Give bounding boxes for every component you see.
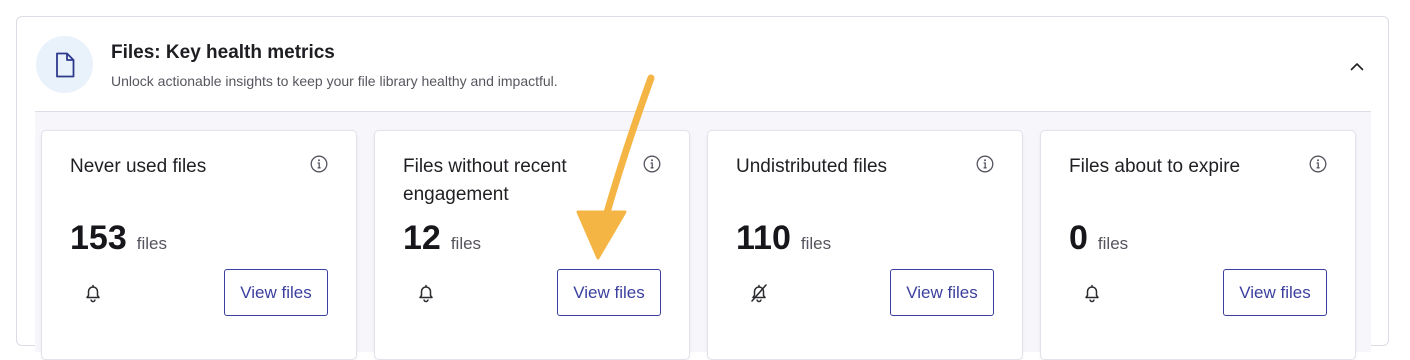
metric-card-no-recent-engagement: Files without recent engagement 12 files…	[374, 130, 690, 360]
panel-subtitle: Unlock actionable insights to keep your …	[111, 73, 558, 89]
panel-header: Files: Key health metrics Unlock actiona…	[17, 17, 1388, 112]
metric-value: 12	[403, 219, 441, 257]
bell-off-icon[interactable]	[748, 282, 770, 304]
metric-card-undistributed: Undistributed files 110 files View files	[707, 130, 1023, 360]
metric-card-never-used: Never used files 153 files View files	[41, 130, 357, 360]
card-title: Never used files	[70, 156, 207, 177]
info-icon[interactable]	[310, 155, 328, 173]
view-files-button[interactable]: View files	[890, 269, 994, 316]
card-title: Undistributed files	[736, 156, 888, 177]
bell-icon[interactable]	[1081, 282, 1103, 304]
chevron-up-icon	[1350, 62, 1364, 70]
metric: 12 files	[403, 219, 481, 258]
metric-unit: files	[1097, 234, 1129, 253]
metric-value: 0	[1069, 219, 1088, 257]
view-files-button[interactable]: View files	[557, 269, 661, 316]
metrics-cards-area: Never used files 153 files View files Fi…	[35, 112, 1371, 360]
bell-icon[interactable]	[82, 282, 104, 304]
info-icon[interactable]	[976, 155, 994, 173]
metric-value: 153	[70, 219, 127, 257]
metric-card-about-to-expire: Files about to expire 0 files View files	[1040, 130, 1356, 360]
view-files-button[interactable]: View files	[224, 269, 328, 316]
info-icon[interactable]	[643, 155, 661, 173]
card-title: Files without recent engagement	[403, 156, 567, 205]
metric: 153 files	[70, 219, 167, 258]
metric: 110 files	[736, 219, 831, 258]
view-files-button[interactable]: View files	[1223, 269, 1327, 316]
metric-unit: files	[800, 234, 832, 253]
panel-title: Files: Key health metrics	[111, 42, 335, 63]
metric-value: 110	[736, 219, 791, 257]
metric: 0 files	[1069, 219, 1128, 258]
document-icon	[36, 36, 93, 93]
collapse-button[interactable]	[1346, 55, 1368, 77]
metric-unit: files	[136, 234, 167, 253]
metric-unit: files	[450, 234, 482, 253]
info-icon[interactable]	[1309, 155, 1327, 173]
key-health-metrics-panel: Files: Key health metrics Unlock actiona…	[16, 16, 1389, 360]
bell-icon[interactable]	[415, 282, 437, 304]
card-title: Files about to expire	[1069, 156, 1241, 177]
